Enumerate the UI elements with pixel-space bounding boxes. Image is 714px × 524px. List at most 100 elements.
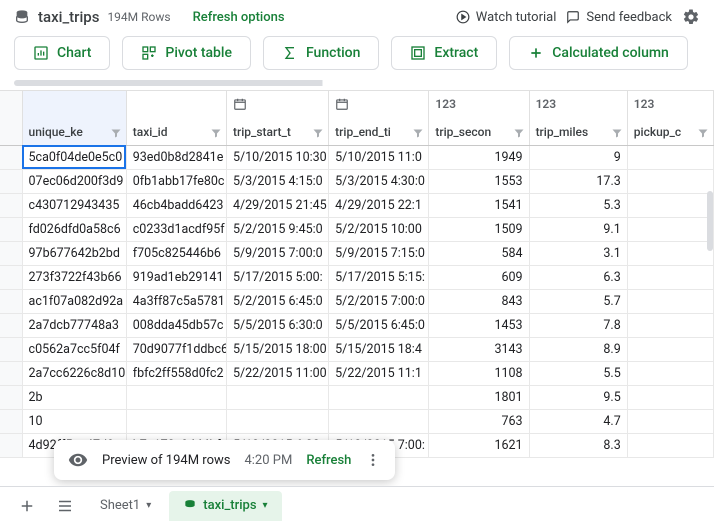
cell[interactable]: 919ad1eb29141 (126, 265, 226, 289)
cell[interactable]: 4a3ff87c5a5781 (126, 289, 226, 313)
cell[interactable]: 9.1 (529, 217, 627, 241)
cell[interactable]: 609 (429, 265, 529, 289)
table-row[interactable]: 2b 18019.5 (0, 385, 714, 409)
vertical-scrollbar[interactable] (706, 151, 714, 481)
cell[interactable] (627, 217, 713, 241)
cell[interactable]: 70d9077f1ddbc6 (126, 337, 226, 361)
row-handle[interactable] (0, 193, 22, 217)
cell[interactable] (126, 385, 226, 409)
cell[interactable]: 5/3/2015 4:30:0 (329, 169, 429, 193)
cell[interactable]: 763 (429, 409, 529, 433)
cell[interactable]: 7.8 (529, 313, 627, 337)
cell[interactable]: 5/5/2015 6:30:0 (226, 313, 328, 337)
cell[interactable]: 008dda45db57c (126, 313, 226, 337)
cell[interactable]: 4/29/2015 22:1 (329, 193, 429, 217)
table-row[interactable]: c43071294343546cb4badd64234/29/2015 21:4… (0, 193, 714, 217)
cell[interactable]: 5/9/2015 7:00:0 (226, 241, 328, 265)
cell[interactable] (627, 265, 713, 289)
filter-icon[interactable] (697, 127, 709, 139)
cell[interactable]: 93ed0b8d2841e (126, 145, 226, 169)
cell[interactable]: 5ca0f04de0e5c0 (22, 145, 126, 169)
row-handle[interactable] (0, 313, 22, 337)
cell[interactable] (627, 289, 713, 313)
cell[interactable]: 2b (22, 385, 126, 409)
column-header-pickup_c[interactable]: 123pickup_c (627, 91, 713, 145)
cell[interactable]: 10 (22, 409, 126, 433)
column-header-trip_end_ti[interactable]: trip_end_ti (329, 91, 429, 145)
refresh-options-link[interactable]: Refresh options (193, 10, 285, 25)
cell[interactable] (627, 433, 713, 457)
cell[interactable]: 8.3 (529, 433, 627, 457)
cell[interactable]: 1553 (429, 169, 529, 193)
cell[interactable]: 5.5 (529, 361, 627, 385)
cell[interactable]: 5/2/2015 10:00 (329, 217, 429, 241)
tab-sheet1[interactable]: Sheet1 ▾ (86, 491, 165, 521)
cell[interactable]: 273f3722f43b66 (22, 265, 126, 289)
cell[interactable]: 5/2/2015 9:45:0 (226, 217, 328, 241)
cell[interactable]: fbfc2ff558d0fc2 (126, 361, 226, 385)
horizontal-scrollbar[interactable] (14, 80, 700, 86)
cell[interactable]: 5/17/2015 5:00: (226, 265, 328, 289)
cell[interactable]: 2a7cc6226c8d10 (22, 361, 126, 385)
cell[interactable]: 1108 (429, 361, 529, 385)
filter-icon[interactable] (412, 127, 424, 139)
table-row[interactable]: fd026dfd0a58c6c0233d1acdf95f5/2/2015 9:4… (0, 217, 714, 241)
row-handle[interactable] (0, 361, 22, 385)
filter-icon[interactable] (312, 127, 324, 139)
row-handle[interactable] (0, 433, 22, 457)
chart-button[interactable]: Chart (14, 36, 110, 70)
cell[interactable] (627, 193, 713, 217)
row-handle[interactable] (0, 145, 22, 169)
cell[interactable]: 1949 (429, 145, 529, 169)
cell[interactable]: 5/2/2015 7:00:0 (329, 289, 429, 313)
table-row[interactable]: 07ec06d200f3d90fb1abb17fe80c5/3/2015 4:1… (0, 169, 714, 193)
row-handle[interactable] (0, 169, 22, 193)
row-handle[interactable] (0, 289, 22, 313)
cell[interactable]: 3143 (429, 337, 529, 361)
cell[interactable]: 584 (429, 241, 529, 265)
table-row[interactable]: 2a7dcb77748a3008dda45db57c5/5/2015 6:30:… (0, 313, 714, 337)
table-row[interactable]: 273f3722f43b66919ad1eb291415/17/2015 5:0… (0, 265, 714, 289)
extract-button[interactable]: Extract (391, 36, 497, 70)
cell[interactable]: 5/17/2015 5:15: (329, 265, 429, 289)
filter-icon[interactable] (210, 127, 222, 139)
cell[interactable]: 5.7 (529, 289, 627, 313)
cell[interactable]: 1801 (429, 385, 529, 409)
table-row[interactable]: 10 7634.7 (0, 409, 714, 433)
refresh-button[interactable]: Refresh (306, 453, 351, 468)
column-header-trip_miles[interactable]: 123trip_miles (529, 91, 627, 145)
cell[interactable]: f705c825446b6 (126, 241, 226, 265)
cell[interactable]: 5/3/2015 4:15:0 (226, 169, 328, 193)
cell[interactable]: 5/5/2015 6:45:0 (329, 313, 429, 337)
table-row[interactable]: 2a7cc6226c8d10fbfc2ff558d0fc25/22/2015 1… (0, 361, 714, 385)
row-handle[interactable] (0, 409, 22, 433)
cell[interactable]: 07ec06d200f3d9 (22, 169, 126, 193)
table-row[interactable]: c0562a7cc5f04f70d9077f1ddbc65/15/2015 18… (0, 337, 714, 361)
cell[interactable]: 2a7dcb77748a3 (22, 313, 126, 337)
row-handle[interactable] (0, 265, 22, 289)
filter-icon[interactable] (513, 127, 525, 139)
table-row[interactable]: ac1f07a082d92a4a3ff87c5a57815/2/2015 6:4… (0, 289, 714, 313)
settings-gear-icon[interactable] (682, 8, 700, 26)
cell[interactable] (627, 385, 713, 409)
column-header-trip_start_t[interactable]: trip_start_t (226, 91, 328, 145)
tab-taxi-trips[interactable]: taxi_trips ▾ (169, 491, 281, 521)
cell[interactable]: 5/15/2015 18:4 (329, 337, 429, 361)
column-header-trip_secon[interactable]: 123trip_secon (429, 91, 529, 145)
more-options-icon[interactable] (365, 452, 381, 468)
pivot-table-button[interactable]: Pivot table (122, 36, 251, 70)
add-sheet-button[interactable] (10, 491, 44, 521)
cell[interactable]: 97b677642b2bd (22, 241, 126, 265)
cell[interactable]: 4.7 (529, 409, 627, 433)
cell[interactable]: 5/10/2015 10:30 (226, 145, 328, 169)
filter-icon[interactable] (611, 127, 623, 139)
cell[interactable] (627, 241, 713, 265)
cell[interactable]: 1453 (429, 313, 529, 337)
cell[interactable]: c0233d1acdf95f (126, 217, 226, 241)
calculated-column-button[interactable]: Calculated column (509, 36, 688, 70)
column-header-unique_key[interactable]: unique_ke (22, 91, 126, 145)
cell[interactable]: 9.5 (529, 385, 627, 409)
cell[interactable]: 5/2/2015 6:45:0 (226, 289, 328, 313)
cell[interactable]: 8.9 (529, 337, 627, 361)
cell[interactable] (329, 409, 429, 433)
